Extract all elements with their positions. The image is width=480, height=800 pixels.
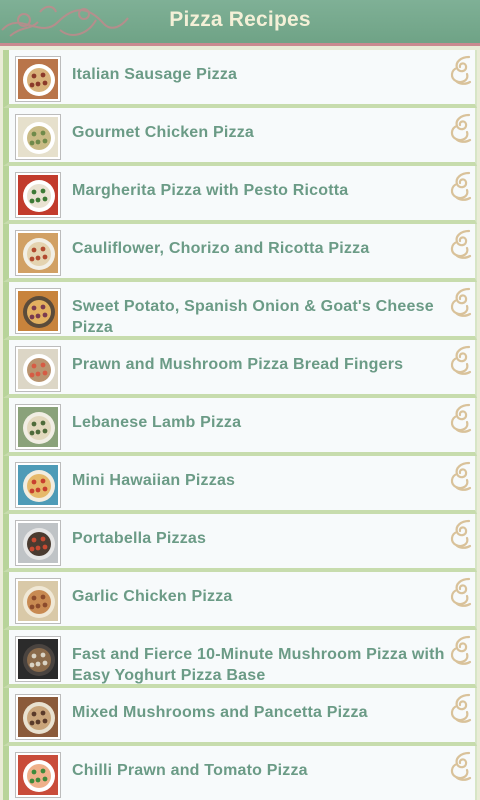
recipe-list-item[interactable]: Gourmet Chicken Pizza — [3, 108, 477, 166]
recipe-title: Mini Hawaiian Pizzas — [72, 472, 236, 489]
recipe-list: Italian Sausage Pizza Gourmet Chicken Piz… — [0, 50, 480, 800]
recipe-list-item[interactable]: Fast and Fierce 10-Minute Mushroom Pizza… — [3, 630, 477, 688]
recipe-title: Sweet Potato, Spanish Onion & Goat's Che… — [72, 298, 434, 336]
recipe-list-item[interactable]: Lebanese Lamb Pizza — [3, 398, 477, 456]
recipe-thumbnail — [16, 347, 60, 391]
recipe-thumbnail — [16, 695, 60, 739]
recipe-thumbnail — [16, 463, 60, 507]
recipe-title: Lebanese Lamb Pizza — [72, 414, 242, 431]
recipe-list-item[interactable]: Italian Sausage Pizza — [3, 50, 477, 108]
app-header: Pizza Recipes — [0, 0, 480, 46]
flourish-icon — [450, 345, 472, 375]
flourish-icon — [450, 55, 472, 85]
recipe-list-item[interactable]: Cauliflower, Chorizo and Ricotta Pizza — [3, 224, 477, 282]
recipe-thumbnail — [16, 521, 60, 565]
flourish-icon — [450, 171, 472, 201]
recipe-thumbnail — [16, 637, 60, 681]
recipe-title: Garlic Chicken Pizza — [72, 588, 233, 605]
recipe-thumbnail — [16, 579, 60, 623]
recipe-list-item[interactable]: Portabella Pizzas — [3, 514, 477, 572]
recipe-thumbnail — [16, 231, 60, 275]
recipe-thumbnail — [16, 173, 60, 217]
flourish-icon — [450, 577, 472, 607]
recipe-thumbnail — [16, 405, 60, 449]
recipe-title: Gourmet Chicken Pizza — [72, 124, 255, 141]
recipe-list-item[interactable]: Mixed Mushrooms and Pancetta Pizza — [3, 688, 477, 746]
recipe-list-item[interactable]: Sweet Potato, Spanish Onion & Goat's Che… — [3, 282, 477, 340]
recipe-thumbnail — [16, 289, 60, 333]
flourish-icon — [450, 751, 472, 781]
recipe-list-item[interactable]: Prawn and Mushroom Pizza Bread Fingers — [3, 340, 477, 398]
recipe-list-item[interactable]: Mini Hawaiian Pizzas — [3, 456, 477, 514]
flourish-icon — [450, 403, 472, 433]
flourish-icon — [450, 635, 472, 665]
recipe-thumbnail — [16, 57, 60, 101]
flourish-icon — [450, 113, 472, 143]
recipe-list-item[interactable]: Margherita Pizza with Pesto Ricotta — [3, 166, 477, 224]
recipe-thumbnail — [16, 115, 60, 159]
flourish-icon — [450, 229, 472, 259]
recipe-title: Portabella Pizzas — [72, 530, 207, 547]
recipe-list-item[interactable]: Garlic Chicken Pizza — [3, 572, 477, 630]
flourish-icon — [450, 461, 472, 491]
recipe-title: Chilli Prawn and Tomato Pizza — [72, 762, 308, 779]
recipe-title: Fast and Fierce 10-Minute Mushroom Pizza… — [72, 646, 445, 684]
recipe-list-item[interactable]: Chilli Prawn and Tomato Pizza — [3, 746, 477, 800]
recipe-title: Mixed Mushrooms and Pancetta Pizza — [72, 704, 368, 721]
flourish-icon — [450, 693, 472, 723]
recipe-thumbnail — [16, 753, 60, 797]
recipe-title: Cauliflower, Chorizo and Ricotta Pizza — [72, 240, 370, 257]
app-root: Pizza Recipes Italian Sausage Pizza Gourm… — [0, 0, 480, 800]
page-title: Pizza Recipes — [169, 8, 311, 31]
flourish-icon — [450, 287, 472, 317]
recipe-title: Margherita Pizza with Pesto Ricotta — [72, 182, 349, 199]
recipe-title: Prawn and Mushroom Pizza Bread Fingers — [72, 356, 404, 373]
recipe-title: Italian Sausage Pizza — [72, 66, 238, 83]
flourish-icon — [450, 519, 472, 549]
